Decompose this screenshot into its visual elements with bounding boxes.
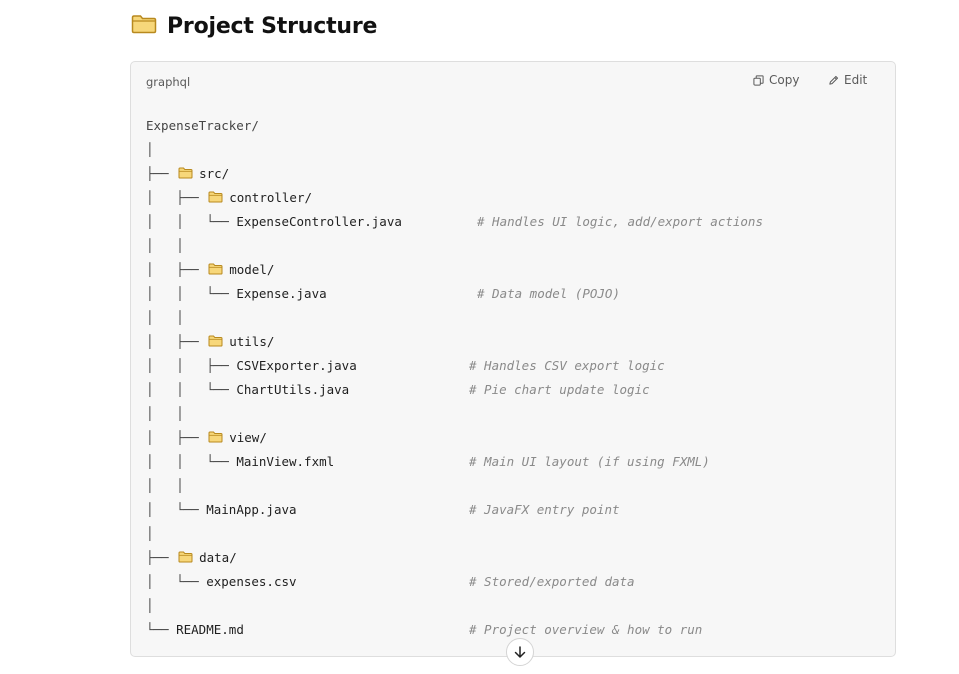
file-name: CSVExporter.java — [236, 358, 357, 373]
copy-button[interactable]: Copy — [753, 73, 799, 87]
folder-icon — [208, 259, 223, 283]
code-comment: # Handles UI logic, add/export actions — [477, 214, 763, 229]
code-line: │ │ — [146, 234, 885, 258]
code-line: │ │ — [146, 306, 885, 330]
tree-connector: │ ├── — [146, 430, 207, 445]
code-comment: # Project overview & how to run — [469, 622, 703, 637]
code-comment: # JavaFX entry point — [469, 502, 620, 517]
edit-icon — [829, 75, 839, 85]
folder-icon — [208, 427, 223, 451]
tree-connector: │ │ └── — [146, 382, 237, 397]
page-title: Project Structure — [167, 14, 378, 39]
copy-button-label: Copy — [769, 73, 800, 87]
folder-icon — [208, 187, 223, 211]
tree-connector: │ — [146, 142, 154, 157]
code-comment: # Stored/exported data — [469, 574, 635, 589]
code-block: graphql Copy Edit ExpenseTracker/ │ ├── sr… — [130, 61, 896, 657]
tree-connector: │ │ — [146, 310, 184, 325]
code-line: │ │ — [146, 402, 885, 426]
file-name: ExpenseController.java — [236, 214, 402, 229]
code-line: │ │ — [146, 474, 885, 498]
code-line: │ ├── view/ — [146, 426, 885, 450]
edit-button-label: Edit — [844, 73, 868, 87]
tree-connector: │ │ — [146, 238, 184, 253]
code-line: │ — [146, 138, 885, 162]
folder-name: data/ — [199, 550, 237, 565]
tree-connector: │ └── — [146, 574, 207, 589]
tree-connector: │ ├── — [146, 334, 207, 349]
code-line: │ ├── utils/ — [146, 330, 885, 354]
code-line: │ — [146, 522, 885, 546]
code-comment: # Handles CSV export logic — [469, 358, 665, 373]
code-line: │ │ ├── CSVExporter.java # Handles CSV ex… — [146, 354, 885, 378]
folder-name: view/ — [229, 430, 267, 445]
file-name: MainView.fxml — [236, 454, 335, 469]
file-name: README.md — [176, 622, 244, 637]
code-line: │ ├── model/ — [146, 258, 885, 282]
section-heading: Project Structure — [131, 14, 377, 39]
code-line: │ │ └── MainView.fxml # Main UI layout (i… — [146, 450, 885, 474]
file-name: MainApp.java — [206, 502, 297, 517]
tree-connector: │ │ ├── — [146, 358, 237, 373]
file-name: Expense.java — [236, 286, 327, 301]
edit-button[interactable]: Edit — [828, 73, 867, 87]
code-content: ExpenseTracker/│ ├── src/│ ├── controller… — [146, 114, 885, 642]
tree-connector: │ └── — [146, 502, 207, 517]
code-line: │ ├── controller/ — [146, 186, 885, 210]
arrow-down-icon — [514, 646, 526, 658]
code-line: ExpenseTracker/ — [146, 114, 885, 138]
code-comment: # Main UI layout (if using FXML) — [469, 454, 710, 469]
code-line: │ │ └── ChartUtils.java # Pie chart updat… — [146, 378, 885, 402]
folder-icon — [178, 547, 193, 571]
tree-connector: │ — [146, 526, 154, 541]
file-name: expenses.csv — [206, 574, 297, 589]
code-line: │ └── MainApp.java # JavaFX entry point — [146, 498, 885, 522]
code-comment: # Data model (POJO) — [477, 286, 620, 301]
folder-name: src/ — [199, 166, 230, 181]
tree-connector: ├── — [146, 550, 177, 565]
code-line: ├── data/ — [146, 546, 885, 570]
tree-connector: │ ├── — [146, 190, 207, 205]
tree-connector: │ ├── — [146, 262, 207, 277]
file-name: ChartUtils.java — [236, 382, 350, 397]
folder-name: model/ — [229, 262, 275, 277]
tree-connector: │ │ └── — [146, 286, 237, 301]
code-line: │ │ └── Expense.java # Data model (POJO) — [146, 282, 885, 306]
folder-icon — [131, 14, 157, 39]
tree-connector: │ │ — [146, 478, 184, 493]
tree-connector: │ │ — [146, 406, 184, 421]
code-comment: # Pie chart update logic — [469, 382, 650, 397]
code-line: ├── src/ — [146, 162, 885, 186]
code-line: │ └── expenses.csv # Stored/exported data — [146, 570, 885, 594]
code-language-label: graphql — [146, 75, 191, 89]
folder-icon — [208, 331, 223, 355]
scroll-to-bottom-button[interactable] — [506, 638, 534, 666]
tree-connector: ExpenseTracker/ — [146, 118, 259, 133]
tree-connector: │ │ └── — [146, 214, 237, 229]
tree-connector: │ │ └── — [146, 454, 237, 469]
code-block-header: graphql Copy Edit — [131, 62, 895, 100]
code-line: │ │ └── ExpenseController.java # Handles … — [146, 210, 885, 234]
tree-connector: └── — [146, 622, 177, 637]
copy-icon — [753, 74, 764, 86]
tree-connector: │ — [146, 598, 154, 613]
tree-connector: ├── — [146, 166, 177, 181]
folder-name: controller/ — [229, 190, 313, 205]
code-line: │ — [146, 594, 885, 618]
folder-icon — [178, 163, 193, 187]
folder-name: utils/ — [229, 334, 275, 349]
